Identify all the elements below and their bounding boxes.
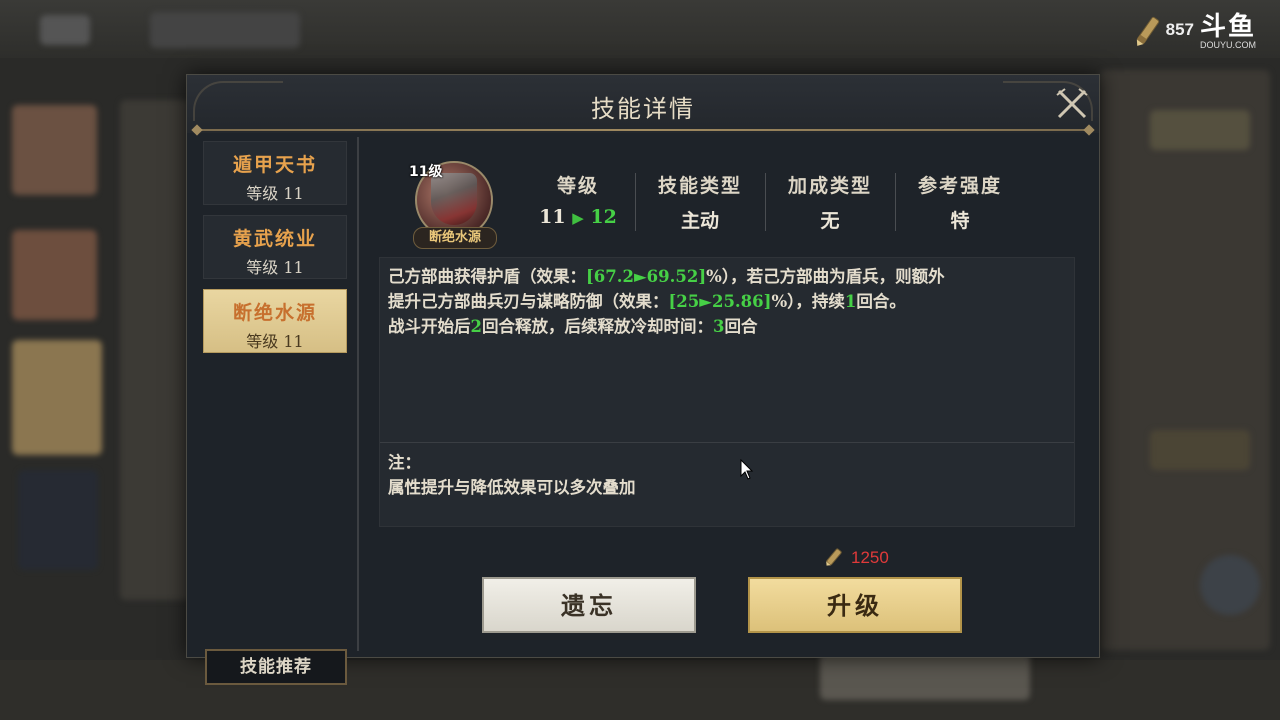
description-line-2: 提升己方部曲兵刃与谋略防御（效果：[25►25.86]%），持续1回合。 <box>388 289 1072 314</box>
background-block <box>1200 555 1260 615</box>
skill-note: 注： 属性提升与降低效果可以多次叠加 <box>388 450 636 500</box>
upgrade-cost: 1250 <box>823 547 889 569</box>
note-divider <box>380 442 1074 443</box>
desc-text: %），持续 <box>771 292 845 311</box>
douyu-logo: 斗鱼 DOUYU.COM <box>1200 14 1256 50</box>
skill-icon-name: 断绝水源 <box>413 227 497 249</box>
desc-value: [67.2►69.52] <box>586 267 707 286</box>
background-card <box>12 340 102 455</box>
stat-type-label: 技能类型 <box>657 175 742 197</box>
close-icon[interactable] <box>1053 85 1091 123</box>
description-line-3: 战斗开始后2回合释放，后续释放冷却时间：3回合 <box>388 314 1072 339</box>
level-to: 12 <box>590 206 617 228</box>
skill-detail-dialog: 技能详情 遁甲天书 等级 11 黄武统业 等级 11 断绝水源 等级 11 技能… <box>186 74 1100 685</box>
stat-level: 等级 11 ▶ 12 <box>513 171 643 228</box>
description-line-1: 己方部曲获得护盾（效果：[67.2►69.52]%），若己方部曲为盾兵，则额外 <box>388 264 1072 289</box>
desc-text: 回合。 <box>856 292 906 311</box>
header-divider <box>197 129 1089 131</box>
background-card <box>18 470 98 570</box>
note-title: 注： <box>388 453 421 472</box>
stat-strength-value: 特 <box>950 210 970 232</box>
desc-text: 己方部曲获得护盾（效果： <box>388 267 586 286</box>
background-panel <box>120 100 190 600</box>
desc-value: 2 <box>470 317 482 336</box>
douyu-watermark: 857 斗鱼 DOUYU.COM <box>1134 14 1256 50</box>
stat-bonus-type: 加成类型 无 <box>765 171 895 233</box>
desc-value: 1 <box>844 292 857 311</box>
skill-tab-level: 等级 11 <box>246 184 304 203</box>
stat-level-label: 等级 <box>556 175 599 197</box>
desc-value: 3 <box>712 317 725 336</box>
desc-text: 回合 <box>724 317 758 336</box>
stat-bonus-label: 加成类型 <box>787 175 872 197</box>
dialog-title: 技能详情 <box>591 95 695 123</box>
logo-cn: 斗鱼 <box>1199 12 1256 42</box>
background-card <box>12 105 97 195</box>
desc-text: 回合释放，后续释放冷却时间： <box>481 317 713 336</box>
level-arrow: ▶ <box>572 209 584 227</box>
stat-skill-type: 技能类型 主动 <box>635 171 765 233</box>
skill-tab-3-active[interactable]: 断绝水源 等级 11 <box>203 289 347 353</box>
skill-icon: 11级 断绝水源 <box>409 161 499 251</box>
background-block <box>150 12 300 48</box>
skill-list: 遁甲天书 等级 11 黄武统业 等级 11 断绝水源 等级 11 技能推荐 <box>201 137 353 685</box>
background-block <box>1150 430 1250 470</box>
background-block <box>40 15 90 45</box>
skill-tab-name: 黄武统业 <box>232 228 317 250</box>
stat-strength: 参考强度 特 <box>895 171 1025 233</box>
background-card <box>12 230 97 320</box>
desc-text: 战斗开始后 <box>388 317 471 336</box>
sidebar-divider <box>357 137 359 651</box>
skill-tab-1[interactable]: 遁甲天书 等级 11 <box>203 141 347 205</box>
scroll-icon <box>826 548 842 566</box>
stat-level-value: 11 ▶ 12 <box>513 206 643 228</box>
skill-tab-name: 断绝水源 <box>232 302 317 324</box>
skill-tab-level: 等级 11 <box>246 258 304 277</box>
desc-value: [25►25.86] <box>668 292 772 311</box>
background-bottombar <box>0 660 1280 720</box>
watermark-number: 857 <box>1165 20 1194 39</box>
level-from: 11 <box>539 206 566 228</box>
background-block <box>1150 110 1250 150</box>
desc-text: %），若己方部曲为盾兵，则额外 <box>706 267 945 286</box>
desc-text: 提升己方部曲兵刃与谋略防御（效果： <box>388 292 669 311</box>
skill-tab-2[interactable]: 黄武统业 等级 11 <box>203 215 347 279</box>
scroll-icon <box>1136 16 1159 46</box>
skill-icon-level: 11级 <box>409 164 443 180</box>
stat-bonus-value: 无 <box>820 210 840 232</box>
skill-recommend-button[interactable]: 技能推荐 <box>205 649 347 685</box>
skill-description: 己方部曲获得护盾（效果：[67.2►69.52]%），若己方部曲为盾兵，则额外 … <box>388 264 1072 339</box>
skill-description-box: 己方部曲获得护盾（效果：[67.2►69.52]%），若己方部曲为盾兵，则额外 … <box>379 257 1075 527</box>
stat-type-value: 主动 <box>680 210 719 232</box>
upgrade-button[interactable]: 升级 <box>748 577 962 633</box>
cost-amount: 1250 <box>851 548 889 567</box>
stat-strength-label: 参考强度 <box>917 175 1002 197</box>
note-text: 属性提升与降低效果可以多次叠加 <box>388 478 636 497</box>
skill-tab-level: 等级 11 <box>246 332 304 351</box>
forget-button[interactable]: 遗忘 <box>482 577 696 633</box>
logo-en: DOUYU.COM <box>1199 40 1256 50</box>
mouse-cursor-icon <box>740 459 754 480</box>
skill-tab-name: 遁甲天书 <box>232 154 317 176</box>
